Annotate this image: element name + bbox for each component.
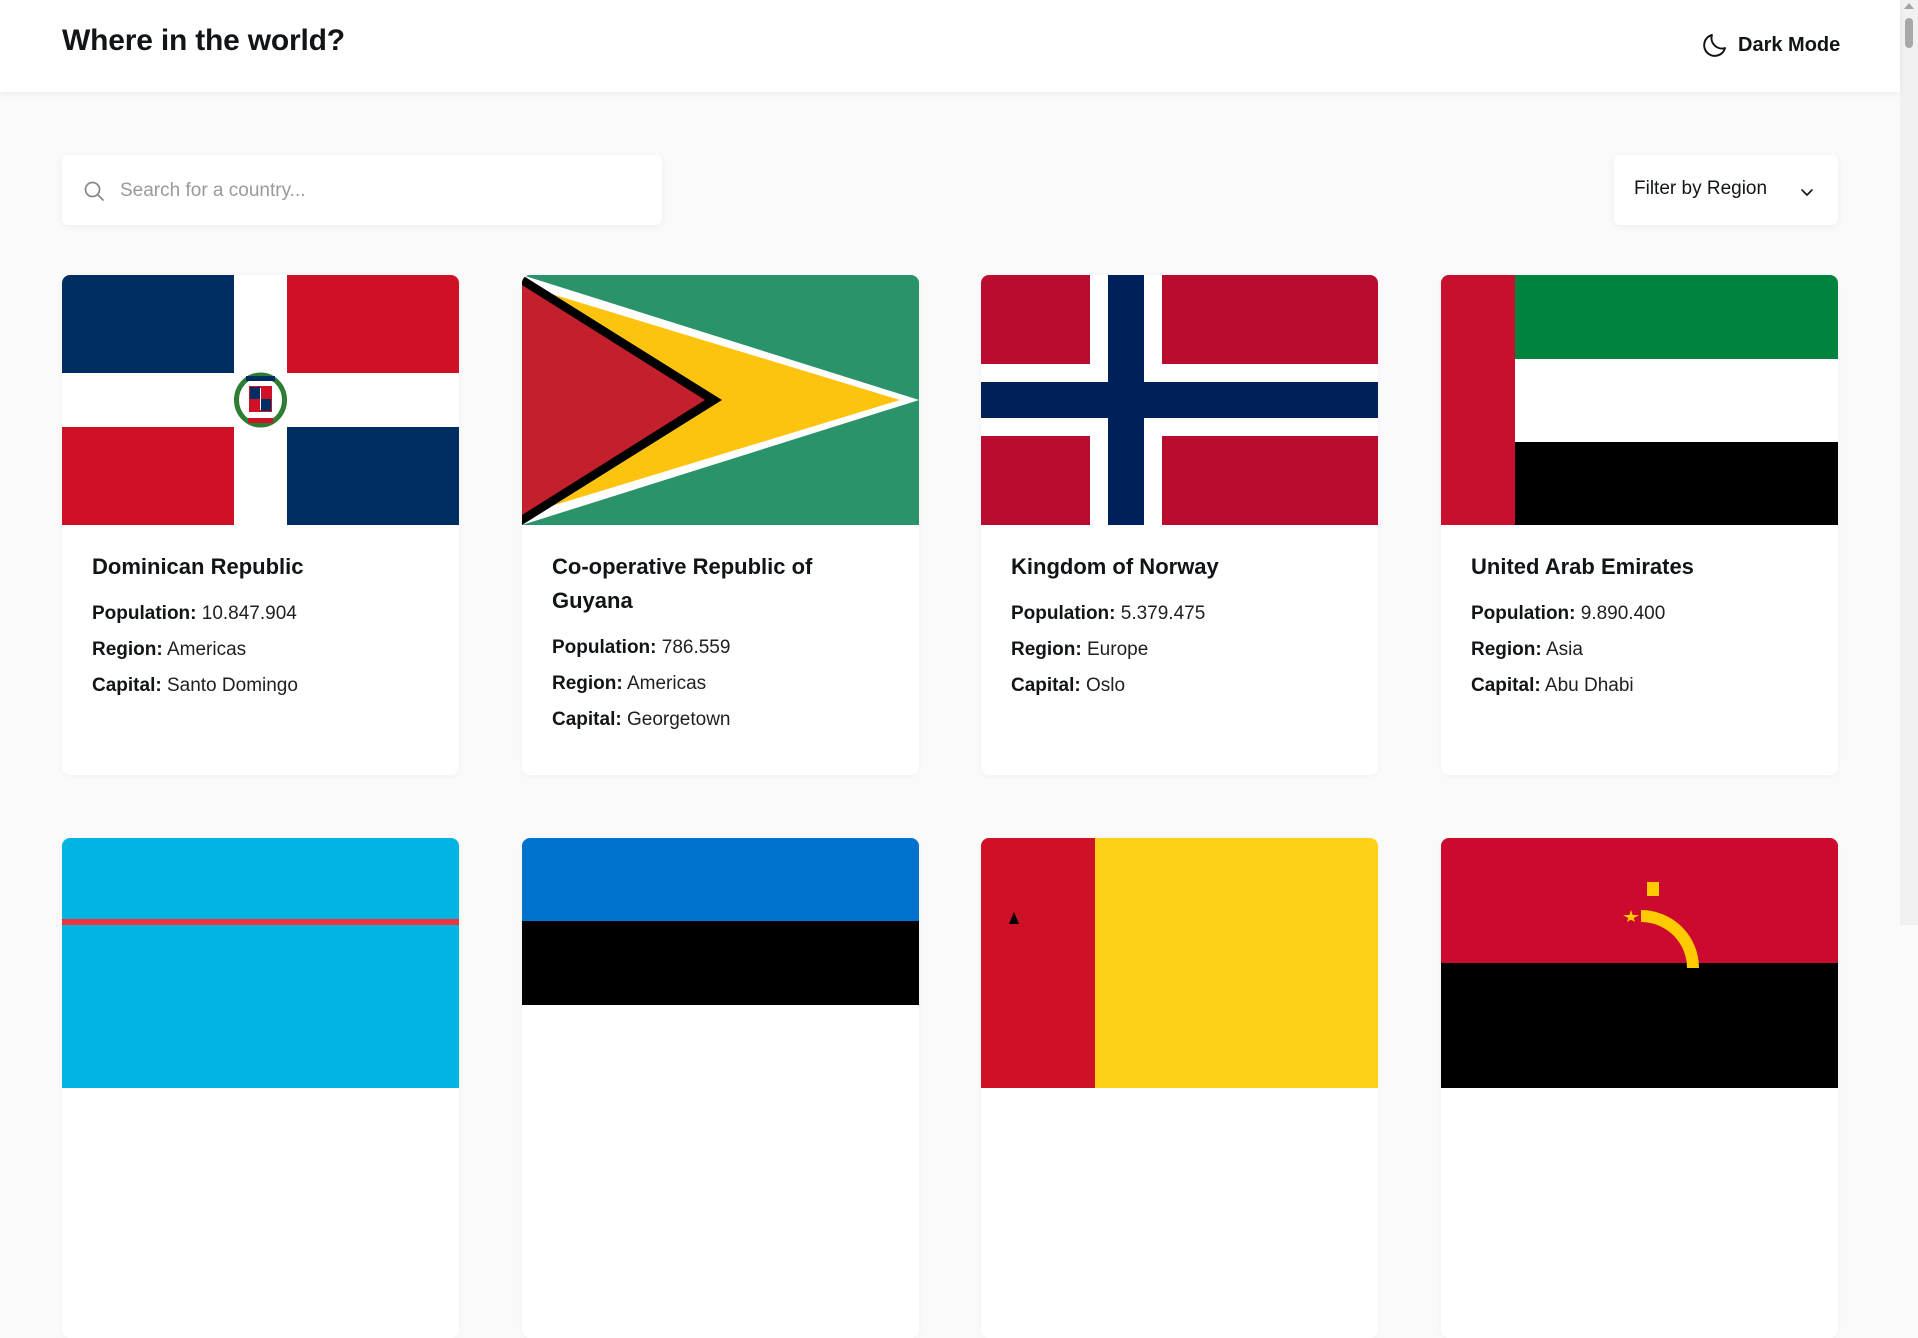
region-row: Region: Americas xyxy=(552,673,707,694)
scroll-thumb[interactable] xyxy=(1905,18,1913,48)
capital-row: Capital: Oslo xyxy=(1011,675,1126,696)
country-card[interactable] xyxy=(522,838,919,1338)
region-filter-dropdown[interactable]: Filter by Region xyxy=(1614,155,1838,225)
uae-flag xyxy=(1441,275,1838,525)
dark-mode-label: Dark Mode xyxy=(1738,33,1841,56)
country-name: Dominican Republic xyxy=(92,554,304,579)
scroll-up-arrow-icon[interactable] xyxy=(1904,3,1914,9)
country-card[interactable]: Kingdom of Norway Population: 5.379.475 … xyxy=(981,275,1378,775)
population-value: 786.559 xyxy=(661,637,731,658)
population-value: 5.379.475 xyxy=(1120,603,1206,624)
app-title: Where in the world? xyxy=(62,24,345,57)
capital-row: Capital: Santo Domingo xyxy=(92,675,298,696)
region-filter-label: Filter by Region xyxy=(1634,178,1768,199)
country-card[interactable]: United Arab Emirates Population: 9.890.4… xyxy=(1441,275,1838,775)
page-scrollbar[interactable] xyxy=(1900,0,1918,925)
population-row: Population: 5.379.475 xyxy=(1011,603,1206,624)
search-icon xyxy=(82,179,106,208)
top-header: Where in the world? Dark Mode xyxy=(0,0,1900,92)
capital-value: Georgetown xyxy=(626,709,731,730)
population-row: Population: 10.847.904 xyxy=(92,603,297,624)
country-flag xyxy=(981,838,1378,1088)
country-name: Kingdom of Norway xyxy=(1011,554,1219,579)
region-value: Americas xyxy=(626,673,707,694)
region-row: Region: Americas xyxy=(92,639,247,660)
country-name: United Arab Emirates xyxy=(1471,554,1694,579)
population-value: 9.890.400 xyxy=(1580,603,1666,624)
country-name: Co-operative Republic of Guyana xyxy=(552,554,813,613)
region-value: Europe xyxy=(1087,639,1149,660)
guyana-flag xyxy=(522,275,919,525)
search-box xyxy=(62,155,662,227)
region-value: Asia xyxy=(1545,639,1583,660)
norway-flag xyxy=(981,275,1378,525)
capital-row: Capital: Abu Dhabi xyxy=(1471,675,1634,696)
capital-row: Capital: Georgetown xyxy=(552,709,731,730)
capital-value: Santo Domingo xyxy=(166,675,298,696)
capital-value: Oslo xyxy=(1085,675,1126,696)
country-card[interactable]: Co-operative Republic of Guyana Populati… xyxy=(522,275,919,775)
country-flag xyxy=(1441,838,1838,1088)
country-flag xyxy=(62,838,459,1088)
country-card[interactable] xyxy=(981,838,1378,1338)
region-row: Region: Asia xyxy=(1471,639,1583,660)
dominican-republic-flag xyxy=(62,275,459,525)
search-input[interactable] xyxy=(118,155,642,227)
population-row: Population: 9.890.400 xyxy=(1471,603,1666,624)
chevron-down-icon xyxy=(1800,185,1814,203)
country-card[interactable] xyxy=(1441,838,1838,1338)
dark-mode-toggle[interactable]: Dark Mode xyxy=(1700,28,1840,62)
region-value: Americas xyxy=(166,639,247,660)
country-card[interactable] xyxy=(62,838,459,1338)
population-value: 10.847.904 xyxy=(201,603,297,624)
moon-icon xyxy=(1700,30,1730,60)
population-row: Population: 786.559 xyxy=(552,637,731,658)
country-flag xyxy=(522,838,919,1088)
region-row: Region: Europe xyxy=(1011,639,1149,660)
capital-value: Abu Dhabi xyxy=(1544,675,1634,696)
country-card[interactable]: Dominican Republic Population: 10.847.90… xyxy=(62,275,459,775)
